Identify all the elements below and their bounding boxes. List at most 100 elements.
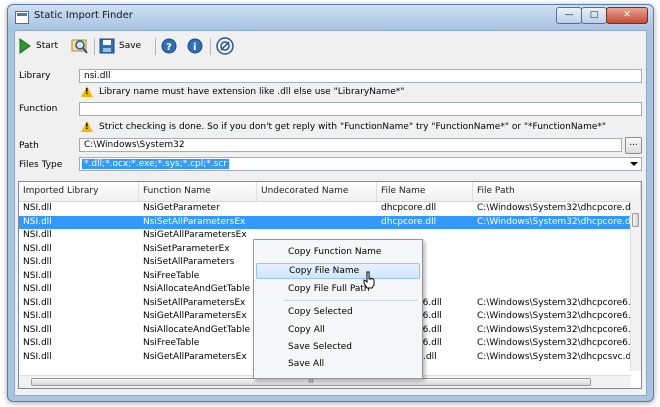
table-cell: NSI.dll [23,230,52,240]
find-button[interactable] [71,37,89,55]
menu-item-copy-all[interactable]: Copy All [256,322,420,338]
library-input[interactable]: nsi.dll [79,69,642,83]
table-cell [257,202,381,216]
table-cell [473,243,635,257]
table-cell: NsiFreeTable [143,270,200,281]
app-window: Static Import Finder — □ ✕ Start Save ? … [7,4,654,402]
path-input[interactable]: C:\Windows\System32 [79,138,622,152]
table-cell: NSI.dll [23,311,52,321]
table-cell: NsiGetAllParametersEx [143,230,247,240]
function-input[interactable] [79,102,642,116]
maximize-button[interactable]: □ [581,7,607,24]
toolbar-separator [155,38,156,55]
warning-icon [81,121,93,132]
table-cell: NSI.dll [23,216,52,227]
table-cell: NsiSetParameterEx [143,243,230,254]
table-cell: dhcpcore.dll [381,203,437,213]
table-cell: NSI.dll [23,324,52,335]
menu-item-save-selected[interactable]: Save Selected [256,339,420,355]
start-button[interactable]: Start [19,37,58,55]
menu-separator [284,300,418,301]
function-label: Function [19,104,58,114]
table-row[interactable]: NSI.dll NsiSetAllParametersEx dhcpcore.dll… [19,215,635,230]
warning-icon [81,86,93,97]
horizontal-scroll-thumb[interactable]: III [31,378,591,386]
info-button[interactable]: i [187,37,203,55]
column-header[interactable]: Imported Library [19,182,139,201]
table-cell: NSI.dll [23,243,52,254]
table-cell: C:\Windows\System32\dhcpcore.dll [477,203,635,213]
table-cell: NsiAllocateAndGetTable [143,284,251,294]
table-cell: C:\Windows\System32\dhcpcore6.dll [477,338,635,348]
column-header[interactable]: Function Name [139,182,257,201]
library-hint-text: Library name must have extension like .d… [99,86,405,97]
menu-item-save-all[interactable]: Save All [256,356,420,372]
window-title: Static Import Finder [34,10,133,21]
context-menu: Copy Function Name Copy File Name Copy F… [253,239,423,379]
path-label: Path [19,141,39,151]
filetype-value: *.dll;*.ocx;*.exe;*.sys;*.cpl;*.scr [82,159,229,169]
table-cell: C:\Windows\System32\dhcpcsvc.dll [477,351,635,362]
table-cell: NsiGetParameter [143,203,220,213]
table-cell: NSI.dll [23,351,52,362]
table-cell [257,216,381,230]
magnifier-icon [71,39,88,54]
help-button[interactable]: ? [161,37,177,55]
table-cell: NsiSetAllParametersEx [143,216,246,227]
globe-icon [216,37,234,55]
table-cell [473,270,635,284]
about-button[interactable] [216,37,234,55]
minimize-button[interactable]: — [556,7,582,24]
browse-button[interactable]: ... [625,137,642,154]
table-cell: NsiGetAllParametersEx [143,311,247,321]
menu-item-copy-file-full-path[interactable]: Copy File Full Path [256,281,420,297]
chevron-down-icon[interactable] [630,162,638,166]
play-icon [19,38,31,54]
function-hint: Strict checking is done. So if you don't… [81,121,606,132]
menu-item-copy-selected[interactable]: Copy Selected [256,304,420,320]
table-cell: dhcpcore.dll [381,216,437,227]
library-label: Library [19,71,51,81]
column-header[interactable]: File Path [473,182,641,201]
toolbar-separator [210,38,211,55]
table-header: Imported Library Function Name Undecorat… [19,182,641,202]
column-header[interactable]: Undecorated Name [257,182,377,201]
column-header[interactable]: File Name [377,182,473,201]
table-row[interactable]: NSI.dll NsiGetParameter dhcpcore.dll C:\Win… [19,202,635,216]
save-button[interactable]: Save [99,37,141,55]
table-cell [473,229,635,243]
table-cell [473,256,635,270]
table-cell: NsiSetAllParameters [143,257,235,267]
svg-text:i: i [193,42,196,53]
hand-cursor-icon [363,271,375,289]
app-icon [15,11,29,24]
table-cell: NsiSetAllParametersEx [143,297,246,308]
help-icon: ? [161,38,177,54]
save-button-label: Save [119,41,142,51]
function-hint-text: Strict checking is done. So if you don't… [99,121,607,132]
svg-text:?: ? [166,42,172,53]
toolbar: Start Save ? i [15,31,646,61]
vertical-scroll-thumb[interactable] [632,213,639,227]
info-icon: i [187,38,203,54]
table-cell: C:\Windows\System32\dhcpcore6.dll [477,297,635,308]
scroll-grip: III [308,378,314,385]
menu-item-copy-function-name[interactable]: Copy Function Name [256,244,420,260]
title-bar[interactable]: Static Import Finder — □ ✕ [8,5,653,29]
vertical-scrollbar[interactable] [630,201,641,371]
table-cell: NSI.dll [23,257,52,267]
close-button[interactable]: ✕ [606,7,648,24]
library-hint: Library name must have extension like .d… [81,86,404,97]
table-cell: C:\Windows\System32\dhcpcore6.dll [477,324,635,335]
toolbar-separator [94,38,95,55]
table-cell: NSI.dll [23,203,52,213]
table-cell: NSI.dll [23,297,52,308]
menu-item-copy-file-name[interactable]: Copy File Name [256,263,420,279]
table-cell: NSI.dll [23,338,52,348]
start-button-label: Start [36,41,58,51]
table-cell: NsiGetAllParametersEx [143,351,247,362]
filetype-label: Files Type [19,160,63,170]
table-cell: C:\Windows\System32\dhcpcore.dll [477,216,635,227]
table-cell: NsiAllocateAndGetTable [143,324,251,335]
filetype-combo[interactable]: *.dll;*.ocx;*.exe;*.sys;*.cpl;*.scr [79,157,642,171]
